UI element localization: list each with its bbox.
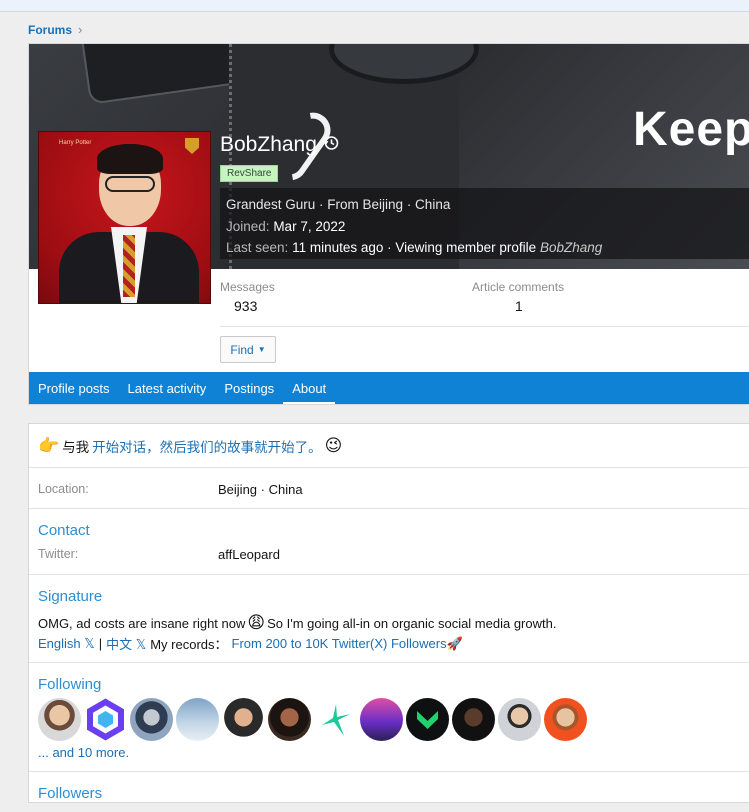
contact-section: Contact Twitter: affLeopard [29, 509, 749, 575]
find-button[interactable]: Find ▼ [220, 336, 276, 363]
english-x-link[interactable]: English 𝕏 [38, 636, 95, 652]
about-panel: 👉 与我 开始对话，然后我们的故事就开始了。 😉 Location: Beiji… [28, 423, 749, 803]
following-avatar[interactable] [544, 698, 587, 741]
joined-line: Joined: Mar 7, 2022 [226, 216, 749, 238]
cover-text: Keep [633, 103, 749, 156]
following-title: Following [38, 676, 102, 693]
following-avatar[interactable] [360, 698, 403, 741]
stat-messages-label: Messages [220, 280, 275, 294]
stat-comments: Article comments 1 [472, 280, 564, 314]
twitter-value: affLeopard [218, 547, 280, 562]
records-label: My records： [150, 637, 228, 652]
following-more-link[interactable]: ... and 10 more. [38, 745, 129, 760]
signature-line: OMG, ad costs are insane right now 😩 So … [38, 613, 556, 633]
notice-bar [0, 0, 749, 12]
stat-messages: Messages 933 [220, 280, 275, 314]
following-avatar[interactable] [176, 698, 219, 741]
following-avatar[interactable] [314, 698, 357, 741]
user-banner-badge: RevShare [220, 165, 279, 182]
stat-comments-label: Article comments [472, 280, 565, 294]
caret-down-icon: ▼ [257, 345, 266, 354]
profile-header: Keep Harry Potter BobZhang RevShare Gran… [28, 43, 749, 405]
following-avatar[interactable] [38, 698, 81, 741]
find-button-label: Find [230, 342, 254, 357]
chevron-right-icon: › [78, 22, 83, 37]
profile-info-box: Grandest Guru · From Beijing · China Joi… [220, 188, 749, 259]
user-title-line: Grandest Guru · From Beijing · China [226, 197, 451, 212]
profile-tabs: Profile posts Latest activity Postings A… [29, 372, 749, 404]
divider [220, 326, 749, 327]
signature-links: English 𝕏 | 中文 𝕏 My records： From 200 to… [38, 634, 463, 653]
following-avatar[interactable] [498, 698, 541, 741]
signature-text-a: OMG, ad costs are insane right now [38, 615, 246, 631]
following-avatar[interactable] [130, 698, 173, 741]
history-icon[interactable] [323, 135, 339, 156]
cover-phone-shape [79, 44, 249, 105]
pointing-hand-icon: 👉 [38, 435, 60, 455]
location-row: Location: Beijing · China [29, 468, 749, 509]
avatar-glasses [105, 176, 155, 192]
following-avatar[interactable] [452, 698, 495, 741]
tired-face-icon: 😩 [247, 613, 266, 632]
contact-title: Contact [38, 522, 90, 539]
signature-section: Signature OMG, ad costs are insane right… [29, 575, 749, 663]
chinese-x-link[interactable]: 中文 𝕏 [106, 634, 146, 653]
lastseen-member-link[interactable]: BobZhang [540, 240, 602, 255]
following-avatar[interactable] [268, 698, 311, 741]
following-avatars [38, 698, 587, 741]
username-row: BobZhang [220, 133, 339, 157]
following-avatar[interactable] [222, 698, 265, 741]
signature-separator: | [98, 636, 103, 651]
following-avatar[interactable] [406, 698, 449, 741]
following-avatar[interactable] [84, 698, 127, 741]
breadcrumb-forums-link[interactable]: Forums [28, 23, 72, 37]
avatar-hair-top [97, 144, 163, 174]
lastseen-value: 11 minutes ago · Viewing member profile [292, 240, 537, 255]
followers-section: Followers [29, 772, 749, 812]
records-link[interactable]: From 200 to 10K Twitter(X) Followers🚀 [232, 636, 463, 652]
avatar-logo-text: Harry Potter [59, 140, 92, 146]
about-intro: 👉 与我 开始对话，然后我们的故事就开始了。 😉 [29, 424, 749, 468]
following-section: Following ... and 10 more. [29, 663, 749, 772]
followers-title: Followers [38, 785, 103, 802]
signature-title: Signature [38, 588, 103, 605]
joined-label: Joined: [226, 218, 270, 234]
tab-profile-posts[interactable]: Profile posts [29, 372, 119, 404]
profile-avatar[interactable]: Harry Potter [38, 131, 211, 304]
intro-prefix: 与我 [62, 439, 90, 455]
crest-icon [185, 138, 199, 154]
signature-text-b: So I'm going all-in on organic social me… [267, 615, 557, 631]
twitter-label: Twitter: [38, 547, 79, 561]
avatar-tie [123, 235, 135, 297]
username: BobZhang [220, 133, 317, 156]
breadcrumb: Forums › [28, 22, 82, 37]
lastseen-line: Last seen: 11 minutes ago · Viewing memb… [226, 237, 749, 259]
wink-emoji-icon: 😉 [324, 435, 343, 455]
joined-value: Mar 7, 2022 [273, 218, 346, 234]
location-value[interactable]: Beijing · China [218, 482, 303, 497]
tab-about[interactable]: About [283, 372, 336, 404]
lastseen-label: Last seen: [226, 240, 289, 255]
location-label: Location: [38, 482, 89, 496]
stat-comments-value[interactable]: 1 [472, 298, 564, 314]
stat-messages-value[interactable]: 933 [220, 298, 275, 314]
start-conversation-link[interactable]: 开始对话，然后我们的故事就开始了。 [92, 436, 322, 456]
tab-latest-activity[interactable]: Latest activity [119, 372, 216, 404]
tab-postings[interactable]: Postings [215, 372, 283, 404]
